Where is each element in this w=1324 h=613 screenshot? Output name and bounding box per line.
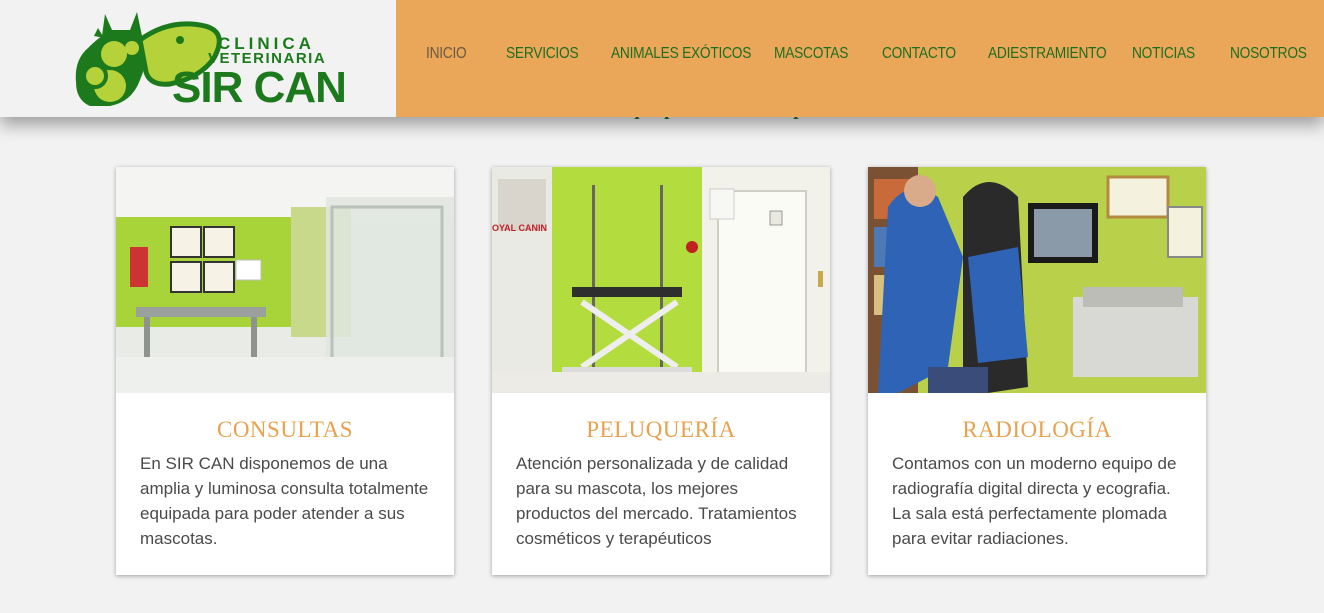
- nav-item-mascotas[interactable]: MASCOTAS: [774, 45, 848, 63]
- card-title: PELUQUERÍA: [586, 417, 736, 442]
- service-card-radiologia[interactable]: RADIOLOGÍA Contamos con un moderno equip…: [868, 167, 1206, 575]
- service-card-peluqueria[interactable]: OYAL CANIN PELUQUERÍA Atención personali…: [492, 167, 830, 575]
- consultation-room-photo: [116, 167, 454, 393]
- logo-line-sircan: SIR CAN: [172, 63, 347, 112]
- card-title: RADIOLOGÍA: [962, 417, 1112, 442]
- site-header: CLINICA VETERINARIA SIR CAN INICIO SERVI…: [0, 0, 1324, 117]
- nav-item-inicio[interactable]: INICIO: [426, 45, 467, 63]
- nav-item-noticias[interactable]: NOTICIAS: [1132, 45, 1195, 63]
- grooming-room-photo: OYAL CANIN: [492, 167, 830, 393]
- nav-item-animales-exoticos[interactable]: ANIMALES EXÓTICOS: [611, 45, 751, 63]
- nav-item-adiestramiento[interactable]: ADIESTRAMIENTO: [988, 45, 1107, 63]
- card-description: Atención personalizada y de calidad para…: [516, 454, 797, 548]
- service-card-consultas[interactable]: CONSULTAS En SIR CAN disponemos de una a…: [116, 167, 454, 575]
- card-title: CONSULTAS: [216, 417, 353, 442]
- nav-item-nosotros[interactable]: NOSOTROS: [1230, 45, 1307, 63]
- card-description: Contamos con un moderno equipo de radiog…: [892, 454, 1177, 548]
- radiology-room-photo: [868, 167, 1206, 393]
- nav-item-contacto[interactable]: CONTACTO: [882, 45, 956, 63]
- nav-item-servicios[interactable]: SERVICIOS: [506, 45, 579, 63]
- main-nav: INICIO SERVICIOS ANIMALES EXÓTICOS MASCO…: [396, 0, 1324, 117]
- royal-canin-sign: OYAL CANIN: [492, 223, 547, 233]
- logo[interactable]: CLINICA VETERINARIA SIR CAN: [0, 0, 396, 117]
- card-description: En SIR CAN disponemos de una amplia y lu…: [140, 454, 429, 548]
